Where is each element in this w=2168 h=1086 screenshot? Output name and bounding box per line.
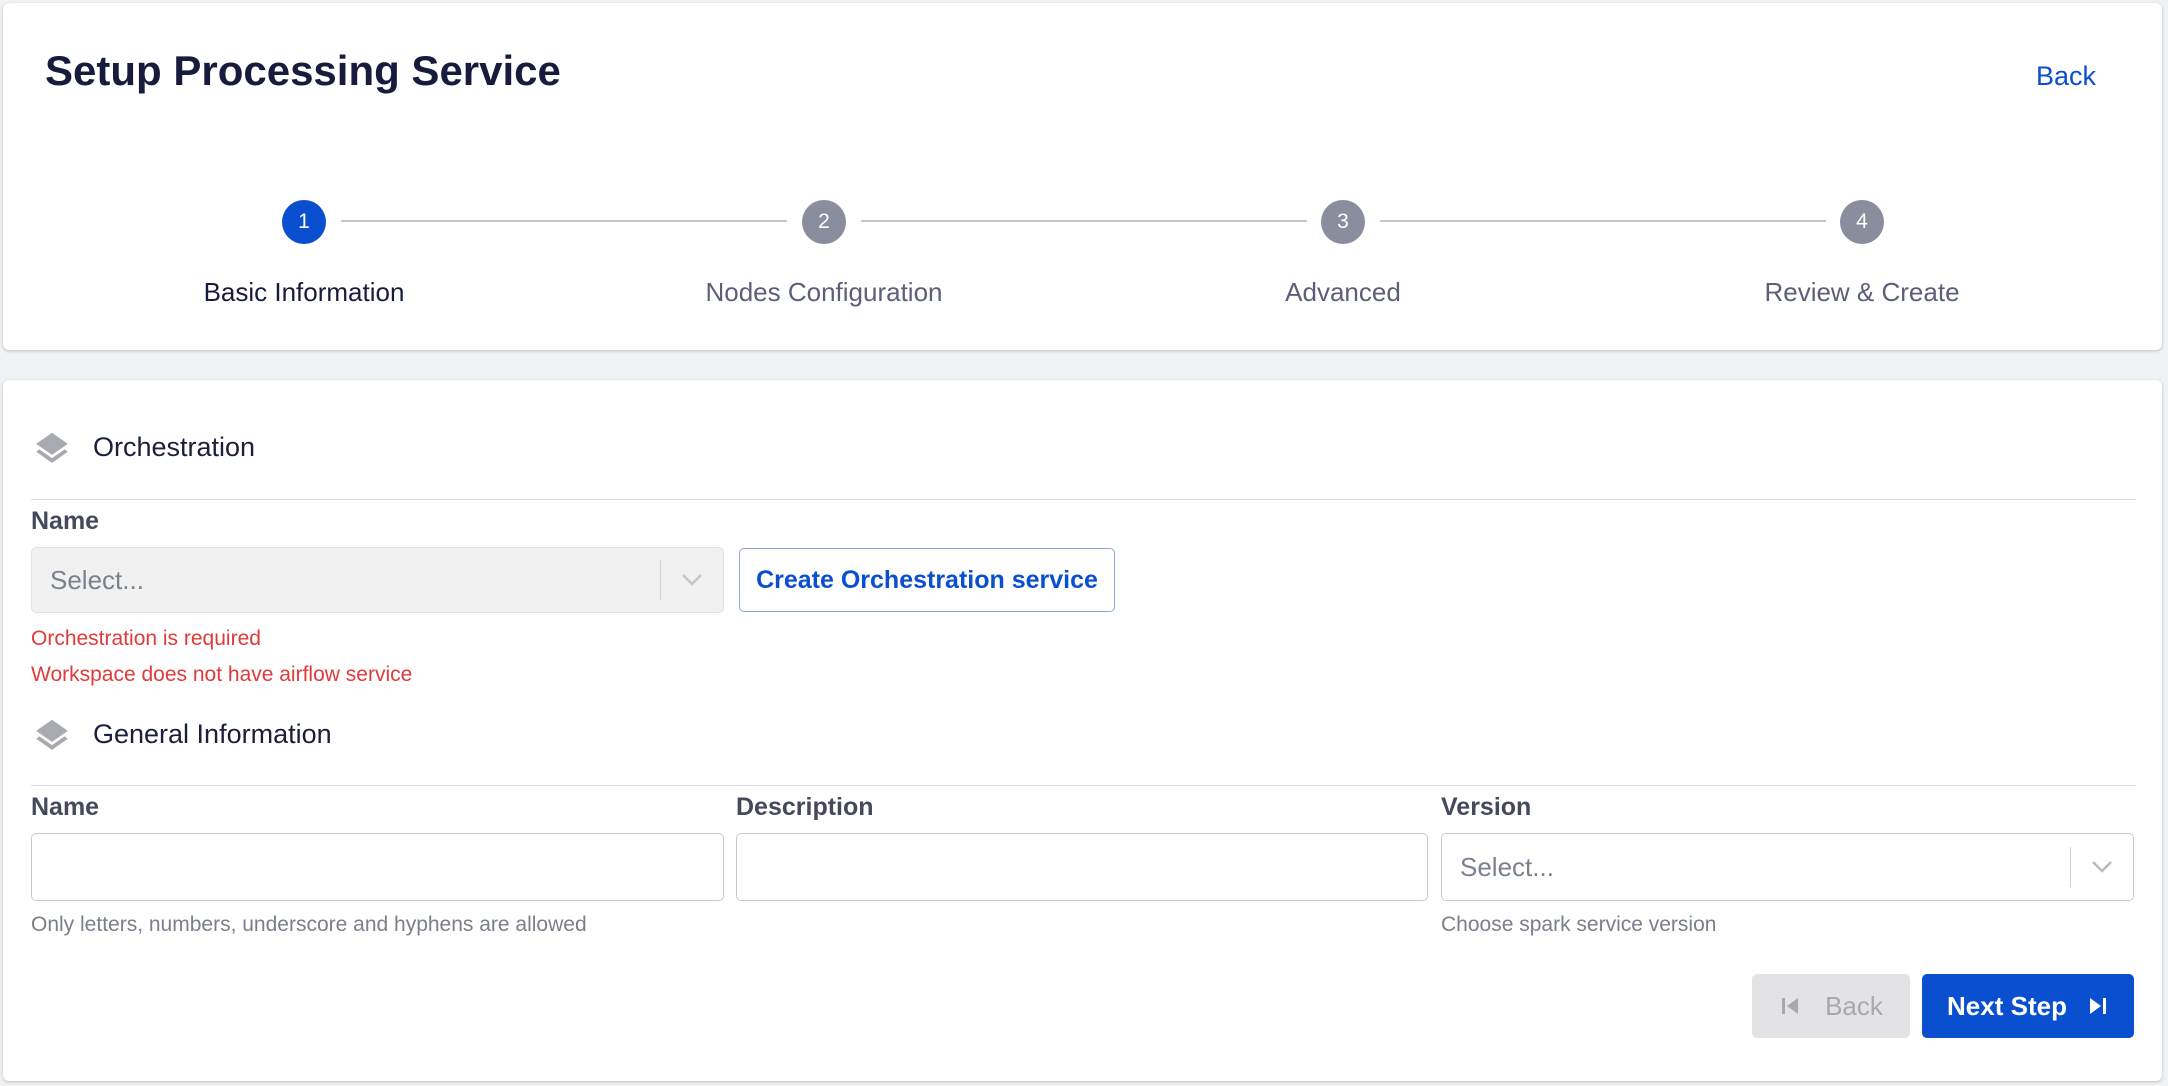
version-select[interactable]: Select... (1441, 833, 2134, 901)
page-title: Setup Processing Service (45, 47, 561, 94)
orchestration-name-label: Name (31, 507, 100, 535)
step-connector (861, 220, 1307, 222)
back-button: Back (1752, 974, 1910, 1038)
next-step-button[interactable]: Next Step (1922, 974, 2134, 1038)
section-divider (31, 785, 2136, 786)
step-4-circle: 4 (1840, 200, 1884, 244)
step-3-circle: 3 (1321, 200, 1365, 244)
back-button-label: Back (1825, 990, 1883, 1021)
name-label: Name (31, 793, 100, 821)
chevron-down-icon[interactable] (661, 573, 723, 587)
create-orchestration-button[interactable]: Create Orchestration service (739, 548, 1115, 612)
orchestration-select-placeholder: Select... (50, 564, 144, 595)
section-divider (31, 499, 2136, 500)
general-info-section-header: General Information (33, 715, 332, 753)
description-input[interactable] (736, 833, 1428, 901)
step-1-label: Basic Information (203, 277, 405, 307)
step-1-circle: 1 (282, 200, 326, 244)
form-card: Orchestration Name Select... Create Orch… (3, 380, 2162, 1081)
layers-icon (36, 719, 68, 750)
step-connector (1380, 220, 1826, 222)
next-step-button-label: Next Step (1947, 990, 2067, 1021)
orchestration-error: Orchestration is required (31, 627, 261, 650)
step-3-label: Advanced (1285, 277, 1401, 307)
name-input[interactable] (31, 833, 724, 901)
header-card: Setup Processing Service Back 1 2 3 4 Ba… (3, 3, 2162, 350)
version-hint: Choose spark service version (1441, 913, 1717, 936)
skip-previous-icon (1782, 998, 1799, 1014)
airflow-error: Workspace does not have airflow service (31, 663, 413, 686)
general-info-section-title: General Information (93, 718, 332, 749)
name-hint: Only letters, numbers, underscore and hy… (31, 913, 587, 936)
orchestration-select[interactable]: Select... (31, 547, 724, 613)
description-label: Description (736, 793, 874, 821)
step-2-circle: 2 (802, 200, 846, 244)
orchestration-section-title: Orchestration (93, 431, 256, 462)
step-connector (341, 220, 787, 222)
chevron-down-icon[interactable] (2071, 860, 2133, 874)
orchestration-section-header: Orchestration (33, 428, 255, 466)
step-2-label: Nodes Configuration (705, 277, 943, 307)
layers-icon (36, 432, 68, 463)
skip-next-icon (2089, 998, 2106, 1014)
version-select-placeholder: Select... (1460, 851, 1554, 882)
step-4-label: Review & Create (1764, 277, 1960, 307)
version-label: Version (1441, 793, 1532, 821)
header-back-link[interactable]: Back (2036, 61, 2096, 92)
